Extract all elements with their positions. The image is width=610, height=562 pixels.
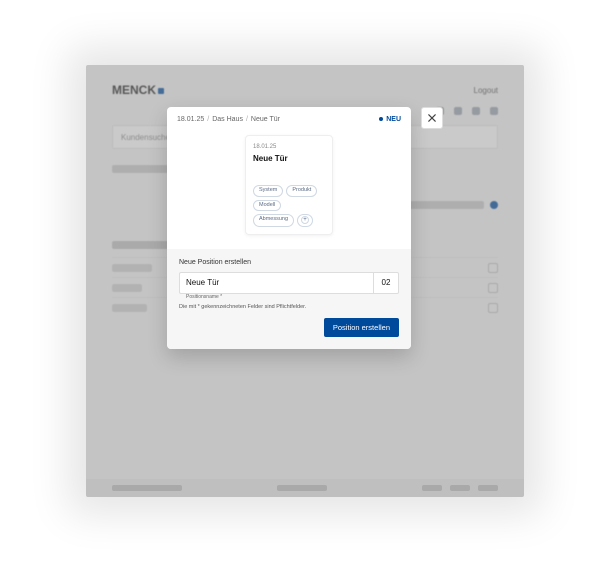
- position-number-value: 02: [382, 278, 391, 287]
- close-icon: [428, 114, 436, 122]
- preview-date: 18.01.25: [253, 144, 325, 150]
- new-badge: NEU: [379, 116, 401, 123]
- preview-title: Neue Tür: [253, 154, 325, 163]
- tag-pill[interactable]: System: [253, 185, 283, 197]
- position-preview-card: 18.01.25 Neue Tür System Produkt Modell …: [245, 135, 333, 235]
- position-name-value: Neue Tür: [186, 278, 219, 287]
- create-position-modal: 18.01.25 / Das Haus / Neue Tür NEU 18.01…: [167, 107, 411, 349]
- breadcrumb-item[interactable]: 18.01.25: [177, 116, 204, 123]
- position-name-field[interactable]: Neue Tür Positionsname *: [179, 272, 373, 294]
- close-button[interactable]: [421, 107, 443, 129]
- create-position-form: Neue Position erstellen Neue Tür Positio…: [167, 249, 411, 349]
- plus-icon: +: [301, 216, 309, 224]
- tag-pill[interactable]: Produkt: [286, 185, 317, 197]
- position-name-label: Positionsname *: [186, 294, 222, 300]
- form-heading: Neue Position erstellen: [179, 259, 399, 266]
- tag-pill[interactable]: Abmessung: [253, 214, 294, 227]
- app-stage: MENCK Logout Kundensuche: [86, 65, 524, 497]
- add-tag-button[interactable]: +: [297, 214, 313, 227]
- tag-pill[interactable]: Modell: [253, 200, 281, 212]
- create-position-button[interactable]: Position erstellen: [324, 318, 399, 337]
- breadcrumb-item: Neue Tür: [251, 116, 280, 123]
- dot-icon: [379, 117, 383, 121]
- position-number-field[interactable]: 02: [373, 272, 399, 294]
- breadcrumb-item[interactable]: Das Haus: [212, 116, 243, 123]
- required-hint: Die mit * gekennzeichneten Felder sind P…: [179, 304, 399, 310]
- breadcrumb: 18.01.25 / Das Haus / Neue Tür: [177, 116, 280, 123]
